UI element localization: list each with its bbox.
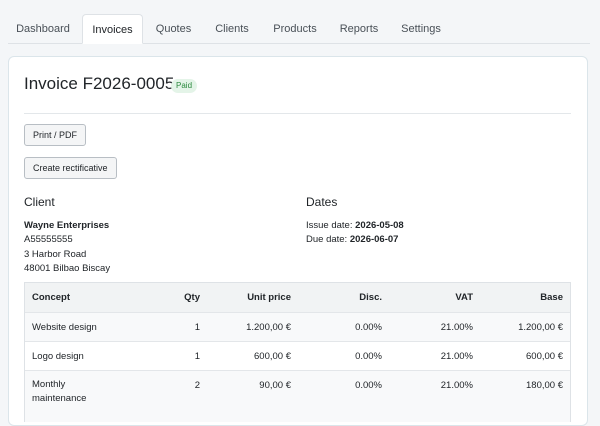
tab-settings[interactable]: Settings bbox=[393, 14, 449, 44]
tab-invoices[interactable]: Invoices bbox=[82, 14, 143, 44]
title-divider bbox=[24, 113, 571, 114]
status-badge: Paid bbox=[171, 79, 198, 93]
disc-cell: 0.00% bbox=[355, 380, 382, 391]
due-date-value: 2026-06-07 bbox=[349, 234, 399, 245]
unit-price-cell: 1.200,00 € bbox=[246, 322, 291, 333]
issue-date: Issue date: 2026-05-08 bbox=[306, 220, 404, 231]
base-cell: 1.200,00 € bbox=[518, 322, 563, 333]
due-date: Due date: 2026-06-07 bbox=[306, 234, 398, 245]
concept-cell: Monthly maintenance bbox=[32, 379, 87, 404]
due-date-label: Due date: bbox=[306, 234, 348, 245]
dates-heading: Dates bbox=[306, 195, 338, 209]
client-address: 3 Harbor Road bbox=[24, 249, 87, 260]
vat-cell: 21.00% bbox=[440, 351, 473, 362]
tab-clients[interactable]: Clients bbox=[206, 14, 258, 44]
base-cell: 600,00 € bbox=[526, 351, 563, 362]
create-rectificative-button[interactable]: Create rectificative bbox=[24, 157, 117, 179]
client-heading: Client bbox=[24, 195, 55, 209]
issue-date-label: Issue date: bbox=[306, 220, 353, 231]
vat-cell: 21.00% bbox=[440, 380, 473, 391]
col-unit-price-header: Unit price bbox=[247, 292, 291, 303]
tab-dashboard[interactable]: Dashboard bbox=[8, 14, 78, 44]
disc-cell: 0.00% bbox=[355, 351, 382, 362]
concept-cell: Logo design bbox=[32, 351, 84, 362]
invoice-lines-table: Concept Qty Unit price Disc. VAT Base We… bbox=[24, 282, 571, 422]
col-concept-header: Concept bbox=[32, 292, 70, 303]
col-qty-header: Qty bbox=[184, 292, 200, 303]
col-vat-header: VAT bbox=[455, 292, 473, 303]
table-row: Monthly maintenance 2 90,00 € 0.00% 21.0… bbox=[25, 370, 570, 422]
table-row: Logo design 1 600,00 € 0.00% 21.00% 600,… bbox=[25, 341, 570, 371]
client-city: 48001 Bilbao Biscay bbox=[24, 263, 111, 274]
concept-cell: Website design bbox=[32, 322, 97, 333]
table-header-row: Concept Qty Unit price Disc. VAT Base bbox=[25, 283, 570, 312]
unit-price-cell: 90,00 € bbox=[259, 380, 291, 391]
client-name: Wayne Enterprises bbox=[24, 220, 110, 231]
unit-price-cell: 600,00 € bbox=[254, 351, 291, 362]
client-tax-id: A55555555 bbox=[24, 234, 73, 245]
tab-quotes[interactable]: Quotes bbox=[148, 14, 199, 44]
qty-cell: 2 bbox=[194, 380, 200, 391]
qty-cell: 1 bbox=[194, 322, 200, 333]
issue-date-value: 2026-05-08 bbox=[355, 220, 404, 231]
col-base-header: Base bbox=[540, 292, 563, 303]
nav-tabs: Dashboard Invoices Quotes Clients Produc… bbox=[0, 0, 600, 44]
base-cell: 180,00 € bbox=[526, 380, 563, 391]
print-pdf-button[interactable]: Print / PDF bbox=[24, 124, 87, 146]
qty-cell: 1 bbox=[194, 351, 200, 362]
vat-cell: 21.00% bbox=[440, 322, 473, 333]
table-row: Website design 1 1.200,00 € 0.00% 21.00%… bbox=[25, 312, 570, 342]
tab-products[interactable]: Products bbox=[264, 14, 326, 44]
col-disc-header: Disc. bbox=[359, 292, 382, 303]
tab-reports[interactable]: Reports bbox=[332, 14, 386, 44]
page-title: Invoice F2026-0005 bbox=[24, 74, 175, 93]
disc-cell: 0.00% bbox=[355, 322, 382, 333]
